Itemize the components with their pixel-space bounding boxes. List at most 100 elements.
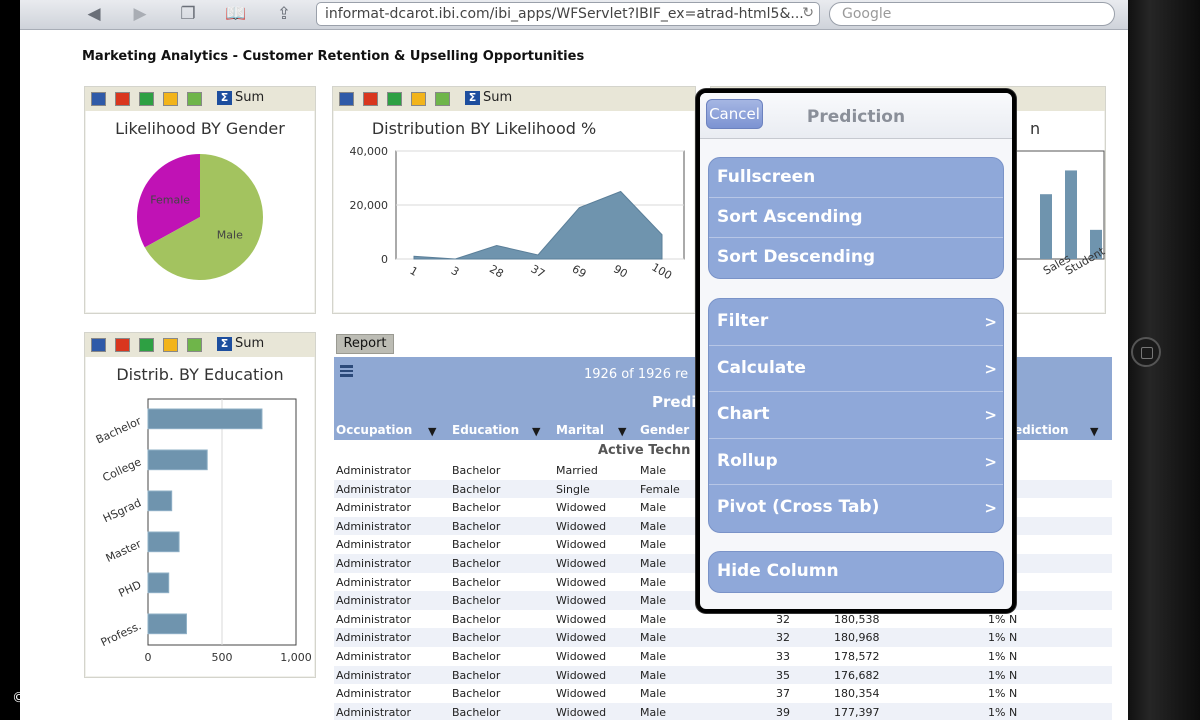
table-icon[interactable]	[91, 92, 106, 106]
menu-item-label: Chart	[717, 404, 770, 425]
scatter-chart-icon[interactable]	[435, 92, 450, 106]
table-row[interactable]: Administrator Bachelor Widowed Male 37 180,35…	[334, 684, 1112, 703]
table-cell: 1% N	[988, 687, 1018, 701]
url-field[interactable]: informat-dcarot.ibi.com/ibi_apps/WFServl…	[316, 2, 820, 26]
forward-icon[interactable]: ▶	[128, 4, 152, 24]
table-cell: Male	[640, 556, 667, 570]
table-cell: Bachelor	[452, 501, 501, 515]
table-cell: Administrator	[336, 705, 411, 719]
table-cell: Male	[640, 668, 667, 682]
menu-item-filter[interactable]: Filter >	[709, 299, 1003, 346]
table-cell: Widowed	[556, 538, 607, 552]
y-tick-label: 20,000	[350, 199, 389, 212]
scatter-chart-icon[interactable]	[187, 92, 202, 106]
table-cell: Widowed	[556, 501, 607, 515]
left-bezel	[0, 0, 20, 720]
reload-icon[interactable]: ↻	[802, 5, 814, 21]
sum-button[interactable]: Σ Sum	[465, 90, 512, 105]
sum-button[interactable]: Σ Sum	[217, 90, 264, 105]
line-chart-icon[interactable]	[411, 92, 426, 106]
table-cell: 1% N	[988, 612, 1018, 626]
column-header-gender[interactable]: Gender	[640, 423, 689, 437]
sort-arrow-icon[interactable]: ▼	[532, 425, 540, 438]
table-cell: 180,968	[834, 631, 880, 645]
table-cell: 1% N	[988, 649, 1018, 663]
sum-label: Sum	[483, 90, 513, 105]
sort-arrow-icon[interactable]: ▼	[428, 425, 436, 438]
search-field[interactable]: Google	[829, 2, 1115, 26]
table-cell: Male	[640, 501, 667, 515]
table-cell: Administrator	[336, 594, 411, 608]
line-chart-icon[interactable]	[163, 338, 178, 352]
record-count: 1926 of 1926 re	[584, 367, 689, 382]
pie-label: Female	[150, 193, 190, 206]
menu-item-fullscreen[interactable]: Fullscreen	[709, 158, 1003, 198]
table-cell: Administrator	[336, 519, 411, 533]
menu-item-pivot[interactable]: Pivot (Cross Tab) >	[709, 485, 1003, 532]
table-cell: Bachelor	[452, 612, 501, 626]
table-icon[interactable]	[339, 92, 354, 106]
menu-item-sort-descending[interactable]: Sort Descending	[709, 238, 1003, 278]
bar	[1040, 194, 1052, 259]
table-row[interactable]: Administrator Bachelor Widowed Male 33 178,57…	[334, 647, 1112, 666]
menu-group-column: Hide Column	[708, 551, 1004, 593]
bar-chart-icon[interactable]	[115, 338, 130, 352]
table-cell: Male	[640, 519, 667, 533]
table-cell: Administrator	[336, 501, 411, 515]
table-row[interactable]: Administrator Bachelor Widowed Male 32 180,96…	[334, 628, 1112, 647]
table-cell: Widowed	[556, 687, 607, 701]
report-tab[interactable]: Report	[336, 334, 394, 354]
column-header-prediction[interactable]: ediction	[1014, 423, 1069, 437]
table-cell: 180,538	[834, 612, 880, 626]
scatter-chart-icon[interactable]	[187, 338, 202, 352]
table-icon[interactable]	[91, 338, 106, 352]
table-cell: Administrator	[336, 482, 411, 496]
table-cell: 180,354	[834, 687, 880, 701]
sort-arrow-icon[interactable]: ▼	[618, 425, 626, 438]
pie-label: Male	[217, 229, 243, 242]
menu-item-chart[interactable]: Chart >	[709, 392, 1003, 439]
table-cell: 176,682	[834, 668, 880, 682]
menu-item-calculate[interactable]: Calculate >	[709, 346, 1003, 393]
table-row[interactable]: Administrator Bachelor Widowed Male 35 176,68…	[334, 665, 1112, 685]
table-cell: 1% N	[988, 631, 1018, 645]
table-cell: Administrator	[336, 631, 411, 645]
back-icon[interactable]: ◀	[82, 4, 106, 24]
pie-chart-icon[interactable]	[139, 338, 154, 352]
sort-arrow-icon[interactable]: ▼	[1090, 425, 1098, 438]
y-tick-label: College	[101, 455, 144, 484]
bar-chart-icon[interactable]	[363, 92, 378, 106]
x-tick-label: 28	[487, 262, 506, 280]
sum-button[interactable]: Σ Sum	[217, 336, 264, 351]
menu-group-view: Fullscreen Sort Ascending Sort Descendin…	[708, 157, 1004, 279]
tabs-icon[interactable]: ❐	[176, 4, 200, 24]
table-cell: Widowed	[556, 519, 607, 533]
sigma-icon: Σ	[465, 91, 480, 105]
sum-label: Sum	[235, 336, 265, 351]
bookmarks-icon[interactable]: 📖	[224, 4, 248, 24]
column-header-marital[interactable]: Marital	[556, 423, 604, 437]
pie-chart-icon[interactable]	[139, 92, 154, 106]
pie-chart: Female Male	[136, 154, 263, 280]
bar	[147, 572, 170, 594]
x-tick-label: 500	[212, 651, 233, 664]
table-row[interactable]: Administrator Bachelor Widowed Male 39 177,39…	[334, 702, 1112, 720]
pie-chart-icon[interactable]	[387, 92, 402, 106]
share-icon[interactable]: ⇪	[272, 4, 296, 24]
table-cell: Bachelor	[452, 705, 501, 719]
column-header-education[interactable]: Education	[452, 423, 519, 437]
table-cell: Administrator	[336, 538, 411, 552]
menu-item-hide-column[interactable]: Hide Column	[709, 552, 1003, 592]
table-cell: Widowed	[556, 649, 607, 663]
chart-area: Distrib. BY Education Bachelor College HSg…	[86, 357, 314, 676]
menu-item-sort-ascending[interactable]: Sort Ascending	[709, 198, 1003, 238]
menu-item-rollup[interactable]: Rollup >	[709, 439, 1003, 486]
bar-chart-icon[interactable]	[115, 92, 130, 106]
home-button[interactable]	[1131, 337, 1161, 367]
report-menu-icon[interactable]	[340, 365, 353, 377]
line-chart-icon[interactable]	[163, 92, 178, 106]
x-tick-label: 69	[570, 262, 589, 280]
chevron-right-icon: >	[984, 313, 997, 331]
bar	[147, 449, 208, 471]
column-header-occupation[interactable]: Occupation	[336, 423, 412, 437]
